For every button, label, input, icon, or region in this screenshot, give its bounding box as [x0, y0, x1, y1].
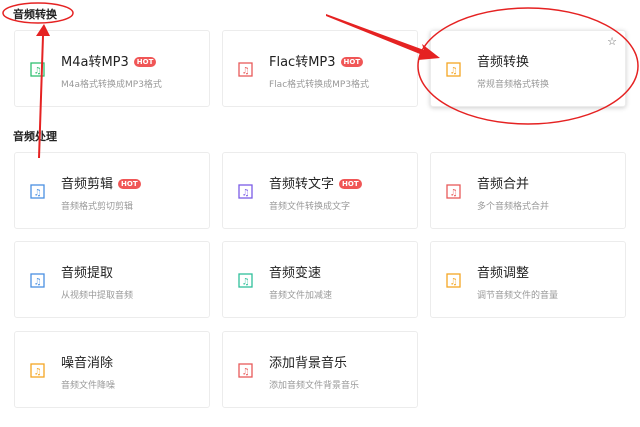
m4a-to-mp3-icon: ♫ [29, 61, 47, 79]
card-title: Flac转MP3 HOT [269, 51, 364, 70]
card-description: 调节音频文件的音量 [477, 291, 559, 301]
background-music-icon: ♫ [237, 362, 255, 380]
card-description: 音频文件转换成文字 [269, 202, 351, 212]
card-title-text: 音频转文字 [269, 177, 335, 192]
audio-to-text-icon: ♫ [237, 183, 255, 201]
svg-text:♫: ♫ [449, 278, 457, 288]
card-title-text: 噪音消除 [61, 356, 114, 371]
tool-card[interactable]: ♫ 添加背景音乐 添加音频文件背景音乐 [222, 331, 418, 408]
tool-card[interactable]: ♫ 音频提取 从视频中提取音频 [14, 241, 210, 318]
card-title: 噪音消除 [61, 352, 113, 371]
tool-card[interactable]: ♫ 音频变速 音频文件加减速 [222, 241, 418, 318]
card-title-text: 添加背景音乐 [269, 356, 348, 371]
card-title: 音频剪辑 HOT [61, 173, 141, 192]
favorite-star-icon[interactable]: ☆ [607, 35, 617, 48]
hot-badge: HOT [133, 57, 157, 67]
svg-text:♫: ♫ [241, 278, 249, 288]
tool-card[interactable]: ♫ 噪音消除 音频文件降噪 [14, 331, 210, 408]
svg-text:♫: ♫ [449, 67, 457, 77]
card-description: 音频文件加减速 [269, 291, 333, 301]
hot-badge: HOT [339, 179, 362, 189]
card-title-text: Flac转MP3 [269, 55, 336, 70]
flac-to-mp3-icon: ♫ [237, 61, 255, 79]
tool-card[interactable]: ♫ 音频转换 常规音频格式转换 ☆ [430, 30, 626, 107]
tool-card[interactable]: ♫ Flac转MP3 HOT Flac格式转换成MP3格式 [222, 30, 418, 107]
audio-convert-icon: ♫ [445, 61, 463, 79]
card-title: 音频变速 [269, 262, 321, 281]
tool-card[interactable]: ♫ M4a转MP3 HOT M4a格式转换成MP3格式 [14, 30, 210, 107]
audio-merge-icon: ♫ [445, 183, 463, 201]
volume-icon: ♫ [445, 272, 463, 290]
card-title: 添加背景音乐 [269, 352, 347, 371]
section-title-audio-process: 音频处理 [13, 130, 57, 143]
card-title: 音频转换 [477, 51, 529, 70]
card-description: Flac格式转换成MP3格式 [269, 80, 370, 90]
hot-badge: HOT [340, 57, 364, 67]
card-description: 多个音频格式合并 [477, 202, 550, 212]
tool-card[interactable]: ♫ 音频剪辑 HOT 音频格式剪切剪辑 [14, 152, 210, 229]
card-description: 添加音频文件背景音乐 [269, 381, 360, 391]
noise-reduction-icon: ♫ [29, 362, 47, 380]
card-description: 常规音频格式转换 [477, 80, 550, 90]
svg-text:♫: ♫ [241, 67, 249, 77]
tool-card[interactable]: ♫ 音频调整 调节音频文件的音量 [430, 241, 626, 318]
card-title-text: 音频调整 [477, 266, 530, 281]
audio-cut-icon: ♫ [29, 183, 47, 201]
svg-text:♫: ♫ [449, 189, 457, 199]
card-title: 音频转文字 HOT [269, 173, 362, 192]
card-title-text: 音频合并 [477, 177, 530, 192]
card-title-text: M4a转MP3 [61, 55, 129, 70]
card-description: 音频格式剪切剪辑 [61, 202, 134, 212]
audio-extract-icon: ♫ [29, 272, 47, 290]
card-title: 音频合并 [477, 173, 529, 192]
card-title: M4a转MP3 HOT [61, 51, 157, 70]
hot-badge: HOT [118, 179, 141, 189]
card-title-text: 音频剪辑 [61, 177, 114, 192]
card-title-text: 音频提取 [61, 266, 114, 281]
card-title-text: 音频变速 [269, 266, 322, 281]
card-title: 音频调整 [477, 262, 529, 281]
section-title-audio-convert: 音频转换 [13, 8, 57, 21]
card-title-text: 音频转换 [477, 55, 530, 70]
card-title: 音频提取 [61, 262, 113, 281]
card-description: 从视频中提取音频 [61, 291, 134, 301]
svg-text:♫: ♫ [33, 368, 41, 378]
audio-speed-icon: ♫ [237, 272, 255, 290]
svg-text:♫: ♫ [241, 189, 249, 199]
svg-text:♫: ♫ [33, 67, 41, 77]
tool-card[interactable]: ♫ 音频转文字 HOT 音频文件转换成文字 [222, 152, 418, 229]
svg-text:♫: ♫ [241, 368, 249, 378]
tool-card[interactable]: ♫ 音频合并 多个音频格式合并 [430, 152, 626, 229]
svg-text:♫: ♫ [33, 189, 41, 199]
svg-text:♫: ♫ [33, 278, 41, 288]
card-description: M4a格式转换成MP3格式 [61, 80, 162, 90]
card-description: 音频文件降噪 [61, 381, 116, 391]
